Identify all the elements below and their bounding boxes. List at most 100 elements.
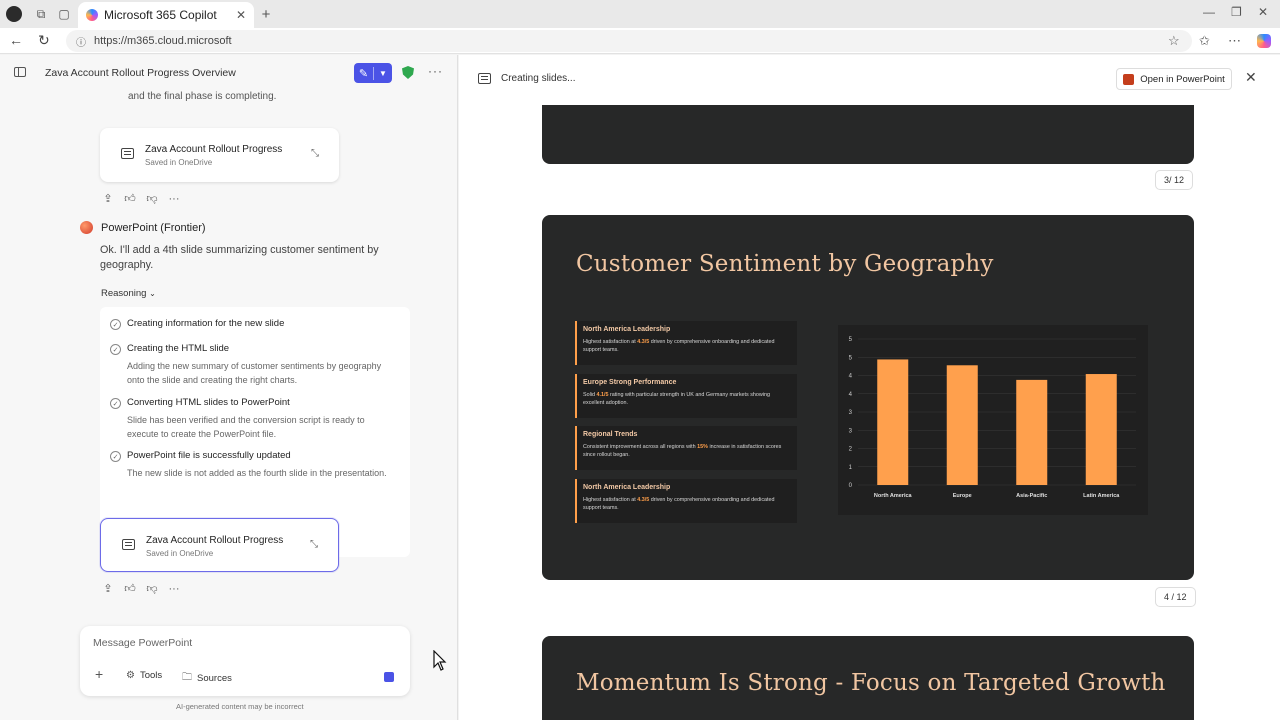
more-icon[interactable]: ··· [168, 193, 180, 205]
slide-5[interactable]: Momentum Is Strong - Focus on Targeted G… [542, 636, 1194, 720]
y-tick-label: 2 [849, 447, 853, 453]
file-subtitle: Saved in OneDrive [145, 158, 213, 167]
sidebar-toggle-icon[interactable] [14, 67, 26, 77]
agent-header: PowerPoint (Frontier) [80, 221, 206, 234]
card-text: Highest satisfaction at 4.3/5 driven by … [583, 497, 775, 511]
slide-3[interactable] [542, 105, 1194, 164]
document-icon [121, 148, 134, 159]
add-icon[interactable]: + [95, 666, 103, 682]
chat-pane: Zava Account Rollout Progress Overview ✎… [0, 55, 458, 720]
tools-icon: ⚙ [126, 670, 135, 681]
message-input[interactable]: Message PowerPoint [93, 637, 192, 649]
page-indicator: 4 / 12 [1155, 587, 1196, 607]
y-tick-label: 5 [849, 337, 853, 343]
y-tick-label: 4 [849, 392, 853, 398]
window-close-icon[interactable]: ✕ [1258, 5, 1268, 19]
y-tick-label: 3 [849, 428, 853, 434]
sources-button[interactable]: 🗀︎ Sources [182, 670, 232, 687]
slide-4[interactable]: Customer Sentiment by Geography North Am… [542, 215, 1194, 580]
message-composer: Message PowerPoint + ⚙ Tools 🗀︎ Sources [80, 626, 410, 696]
share-icon[interactable]: ⇪ [102, 192, 114, 205]
tab-actions-icon[interactable]: ▢ [56, 6, 72, 22]
tools-button[interactable]: ⚙ Tools [126, 670, 162, 681]
insight-card: Regional Trends Consistent improvement a… [575, 426, 797, 470]
more-icon[interactable]: ⋯ [1228, 33, 1241, 49]
step-title: PowerPoint file is successfully updated [127, 450, 291, 461]
slide-title: Momentum Is Strong - Focus on Targeted G… [576, 670, 1166, 696]
browser-tab[interactable]: Microsoft 365 Copilot ✕ [78, 2, 254, 28]
y-tick-label: 4 [849, 374, 853, 380]
conversation-title: Zava Account Rollout Progress Overview [45, 67, 236, 79]
slides-preview-pane: Creating slides... Open in PowerPoint ✕ … [459, 55, 1280, 720]
new-tab-icon[interactable]: + [258, 6, 274, 23]
shield-icon[interactable] [402, 66, 414, 79]
collapse-icon[interactable]: ⤡ [310, 539, 318, 550]
more-icon[interactable]: ··· [168, 583, 180, 595]
copilot-icon[interactable] [1257, 34, 1271, 48]
site-info-icon[interactable]: ⓘ [76, 34, 86, 49]
insight-card: North America Leadership Highest satisfa… [575, 479, 797, 523]
more-options-icon[interactable]: ··· [428, 64, 443, 78]
bar [1085, 374, 1117, 485]
file-subtitle: Saved in OneDrive [146, 549, 214, 558]
thumbs-down-icon[interactable]: 👎︎ [146, 582, 158, 595]
card-text: Consistent improvement across all region… [583, 444, 782, 458]
y-tick-label: 3 [849, 410, 853, 416]
card-title: Regional Trends [583, 431, 638, 438]
agent-avatar [80, 221, 93, 234]
agent-name: PowerPoint (Frontier) [101, 221, 206, 234]
thumbs-up-icon[interactable]: 👍︎ [124, 582, 136, 595]
reasoning-label: Reasoning [101, 288, 147, 299]
insight-card: North America Leadership Highest satisfa… [575, 321, 797, 365]
minimize-icon[interactable]: — [1203, 5, 1215, 19]
collapse-icon[interactable]: ⤡ [311, 148, 319, 159]
sentiment-chart: 0 1 2 3 3 4 4 5 5 North America Europe Asia-Pacific… [838, 325, 1148, 515]
tab-close-icon[interactable]: ✕ [236, 8, 246, 22]
reasoning-toggle[interactable]: Reasoning ⌄ [101, 288, 156, 299]
step-description: Adding the new summary of customer senti… [127, 361, 382, 385]
x-tick-label: Europe [953, 493, 972, 499]
browser-tab-bar: ⧉ ▢ Microsoft 365 Copilot ✕ + — ❐ ✕ [0, 0, 1280, 28]
x-tick-label: Asia-Pacific [1016, 493, 1047, 499]
refresh-icon[interactable]: ↻ [38, 32, 50, 49]
card-text: Solid 4.1/5 rating with particular stren… [583, 392, 770, 406]
creating-status: Creating slides... [501, 73, 576, 84]
address-bar: ← ↻ ⓘ https://m365.cloud.microsoft ☆ ✩ ⋯ [0, 28, 1280, 54]
chevron-down-icon[interactable]: ▼ [374, 69, 392, 78]
step-title: Creating information for the new slide [127, 318, 285, 329]
url-field[interactable]: ⓘ https://m365.cloud.microsoft [66, 30, 1192, 52]
workspaces-icon[interactable]: ⧉ [33, 6, 49, 22]
chevron-down-icon: ⌄ [149, 289, 156, 298]
slides-icon [478, 73, 491, 84]
bar-chart-svg: 0 1 2 3 3 4 4 5 5 North America Europe Asia-Pacific… [849, 337, 1136, 499]
step-title: Converting HTML slides to PowerPoint [127, 397, 290, 408]
stop-icon[interactable] [384, 672, 394, 682]
y-tick-label: 1 [849, 465, 853, 471]
step-title: Creating the HTML slide [127, 343, 230, 354]
open-in-powerpoint-button[interactable]: Open in PowerPoint [1116, 68, 1232, 90]
thumbs-down-icon[interactable]: 👎︎ [146, 192, 158, 205]
chat-header: Zava Account Rollout Progress Overview ✎… [0, 55, 458, 91]
step-description: Slide has been verified and the conversi… [127, 415, 365, 439]
profile-avatar[interactable] [6, 6, 22, 22]
insight-card: Europe Strong Performance Solid 4.1/5 ra… [575, 374, 797, 418]
tab-title: Microsoft 365 Copilot [104, 8, 217, 22]
restore-icon[interactable]: ❐ [1231, 5, 1242, 19]
share-icon[interactable]: ⇪ [102, 582, 114, 595]
thumbs-up-icon[interactable]: 👍︎ [124, 192, 136, 205]
slide-title: Customer Sentiment by Geography [576, 251, 994, 277]
compose-icon[interactable]: ✎ [354, 66, 374, 80]
preview-header: Creating slides... Open in PowerPoint ✕ [459, 55, 1280, 105]
message-actions: ⇪ 👍︎ 👎︎ ··· [102, 192, 180, 206]
favorites-icon[interactable]: ✩ [1199, 33, 1210, 49]
close-preview-icon[interactable]: ✕ [1245, 69, 1257, 86]
x-tick-label: Latin America [1083, 493, 1120, 499]
favorite-star-icon[interactable]: ☆ [1168, 33, 1180, 49]
file-card[interactable]: Zava Account Rollout Progress Saved in O… [100, 128, 339, 182]
document-icon [122, 539, 135, 550]
back-icon[interactable]: ← [9, 32, 23, 48]
file-card-selected[interactable]: Zava Account Rollout Progress Saved in O… [100, 518, 339, 572]
page-indicator: 3/ 12 [1155, 170, 1194, 190]
new-chat-button[interactable]: ✎ ▼ [354, 63, 392, 83]
copilot-favicon-icon [86, 9, 98, 21]
